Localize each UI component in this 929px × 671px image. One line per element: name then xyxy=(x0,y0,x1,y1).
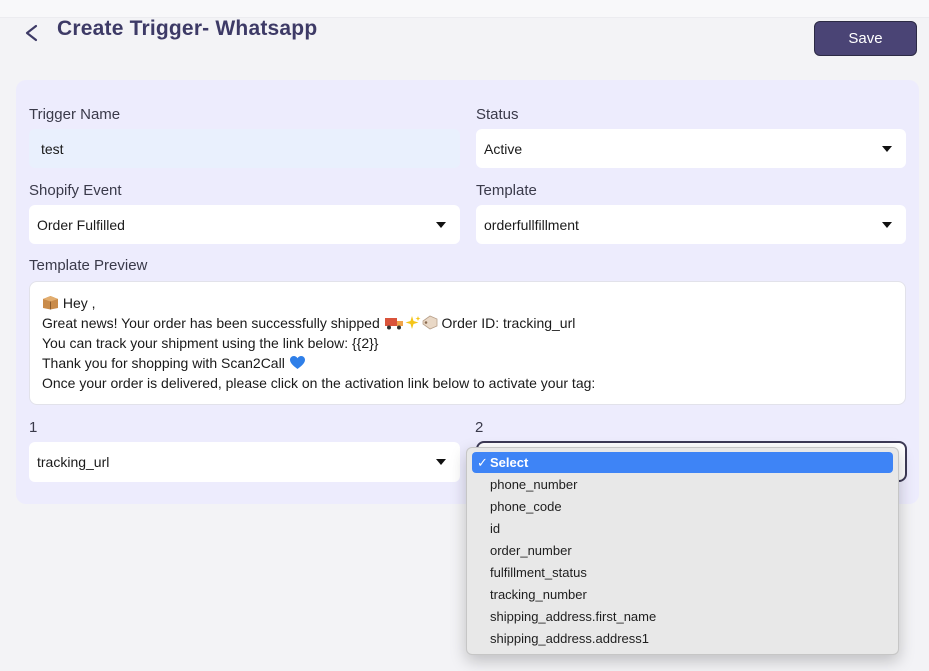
blue-heart-icon xyxy=(289,356,305,369)
preview-line: Hey , xyxy=(42,293,893,313)
caret-down-icon xyxy=(882,146,892,152)
variable-1-label: 1 xyxy=(29,419,38,436)
dropdown-option[interactable]: id xyxy=(472,518,893,540)
status-label: Status xyxy=(476,106,519,123)
page-title: Create Trigger- Whatsapp xyxy=(57,17,318,40)
save-button[interactable]: Save xyxy=(814,21,917,56)
status-value: Active xyxy=(484,140,523,157)
shopify-event-select[interactable]: Order Fulfilled xyxy=(29,205,460,244)
truck-icon xyxy=(384,318,403,330)
package-icon xyxy=(43,296,58,310)
preview-line: Once your order is delivered, please cli… xyxy=(42,375,596,391)
dropdown-option[interactable]: phone_code xyxy=(472,496,893,518)
dropdown-option[interactable]: tracking_number xyxy=(472,584,893,606)
trigger-name-label: Trigger Name xyxy=(29,106,121,123)
trigger-name-input[interactable]: test xyxy=(29,129,460,168)
variable-2-dropdown-menu: ✓ Select phone_number phone_code id orde… xyxy=(466,447,899,655)
variable-1-value: tracking_url xyxy=(37,454,110,470)
checkmark-icon: ✓ xyxy=(477,455,488,470)
back-chevron-icon[interactable] xyxy=(18,18,46,48)
preview-line: You can track your shipment using the li… xyxy=(42,335,379,351)
dropdown-option[interactable]: shipping_address.first_name xyxy=(472,606,893,628)
top-bar xyxy=(0,0,929,18)
variable-2-label: 2 xyxy=(475,419,484,436)
template-label: Template xyxy=(476,182,537,199)
status-select[interactable]: Active xyxy=(476,129,906,168)
variable-1-select[interactable]: tracking_url xyxy=(29,442,460,482)
dropdown-option-select[interactable]: ✓ Select xyxy=(472,452,893,473)
preview-line: Great news! Your order has been successf… xyxy=(42,315,576,331)
sparkles-icon xyxy=(405,316,421,329)
template-preview-label: Template Preview xyxy=(29,257,148,274)
dropdown-option[interactable]: phone_number xyxy=(472,474,893,496)
template-preview-box: Hey , Great news! Your order has been su… xyxy=(29,281,906,405)
shopify-event-value: Order Fulfilled xyxy=(37,216,125,233)
dropdown-option[interactable]: fulfillment_status xyxy=(472,562,893,584)
caret-down-icon xyxy=(882,222,892,228)
caret-down-icon xyxy=(436,459,446,465)
shopify-event-label: Shopify Event xyxy=(29,182,122,199)
trigger-name-value: test xyxy=(41,140,64,157)
template-select[interactable]: orderfullfillment xyxy=(476,205,906,244)
tag-icon xyxy=(422,315,438,330)
dropdown-option[interactable]: order_number xyxy=(472,540,893,562)
template-value: orderfullfillment xyxy=(484,216,579,233)
caret-down-icon xyxy=(436,222,446,228)
dropdown-option[interactable]: shipping_address.address1 xyxy=(472,628,893,650)
preview-line: Thank you for shopping with Scan2Call xyxy=(42,353,893,373)
